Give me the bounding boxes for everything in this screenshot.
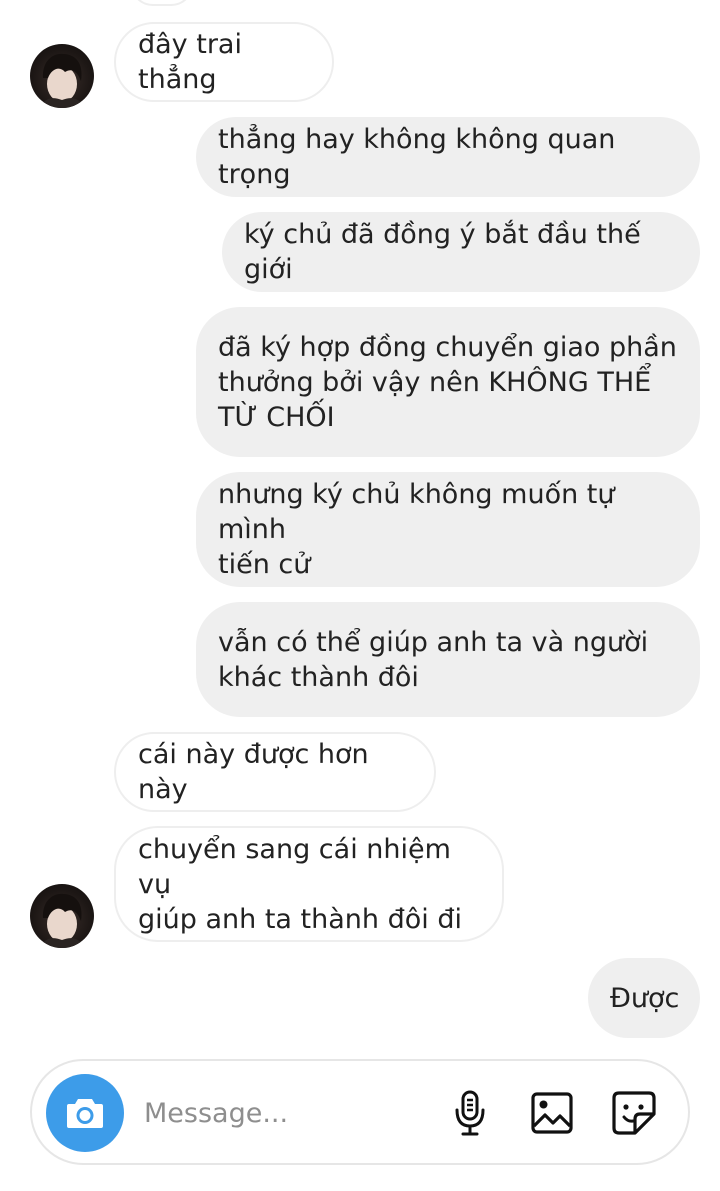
camera-icon (67, 1099, 103, 1128)
outgoing-message-bubble[interactable]: nhưng ký chủ không muốn tự mình tiến cử (196, 472, 700, 587)
partial-message-bubble (130, 0, 194, 6)
avatar-photo-icon (40, 53, 84, 108)
sticker-icon (612, 1091, 656, 1135)
message-text: đây trai thẳng (138, 29, 242, 95)
sticker-button[interactable] (610, 1089, 658, 1137)
message-text: cái này được hơn này (138, 739, 369, 805)
incoming-message-bubble[interactable]: đây trai thẳng (114, 22, 334, 102)
message-text: Được (610, 982, 680, 1014)
outgoing-message-bubble[interactable]: ký chủ đã đồng ý bắt đầu thế giới (222, 212, 700, 292)
gallery-button[interactable] (528, 1089, 576, 1137)
avatar-photo-icon (40, 893, 84, 948)
microphone-icon (455, 1090, 485, 1136)
camera-button[interactable] (46, 1074, 124, 1152)
voice-message-button[interactable] (446, 1089, 494, 1137)
image-gallery-icon (531, 1092, 573, 1134)
outgoing-message-bubble[interactable]: đã ký hợp đồng chuyển giao phần thưởng b… (196, 307, 700, 457)
chat-screen: đây trai thẳng thẳng hay không không qua… (0, 0, 720, 1191)
message-text: vẫn có thể giúp anh ta và người khác thà… (218, 626, 649, 693)
message-text: chuyển sang cái nhiệm vụ giúp anh ta thà… (138, 833, 462, 935)
outgoing-message-bubble[interactable]: Được (588, 958, 700, 1038)
message-text: đã ký hợp đồng chuyển giao phần thưởng b… (218, 331, 677, 433)
incoming-message-bubble[interactable]: chuyển sang cái nhiệm vụ giúp anh ta thà… (114, 826, 504, 942)
message-text: thẳng hay không không quan trọng (218, 124, 616, 190)
outgoing-message-bubble[interactable]: thẳng hay không không quan trọng (196, 117, 700, 197)
message-input[interactable] (144, 1091, 424, 1135)
incoming-message-bubble[interactable]: cái này được hơn này (114, 732, 436, 812)
message-composer (30, 1059, 690, 1165)
avatar[interactable] (30, 884, 94, 948)
message-text: ký chủ đã đồng ý bắt đầu thế giới (244, 219, 641, 285)
outgoing-message-bubble[interactable]: vẫn có thể giúp anh ta và người khác thà… (196, 602, 700, 717)
avatar[interactable] (30, 44, 94, 108)
message-text: nhưng ký chủ không muốn tự mình tiến cử (218, 479, 615, 580)
